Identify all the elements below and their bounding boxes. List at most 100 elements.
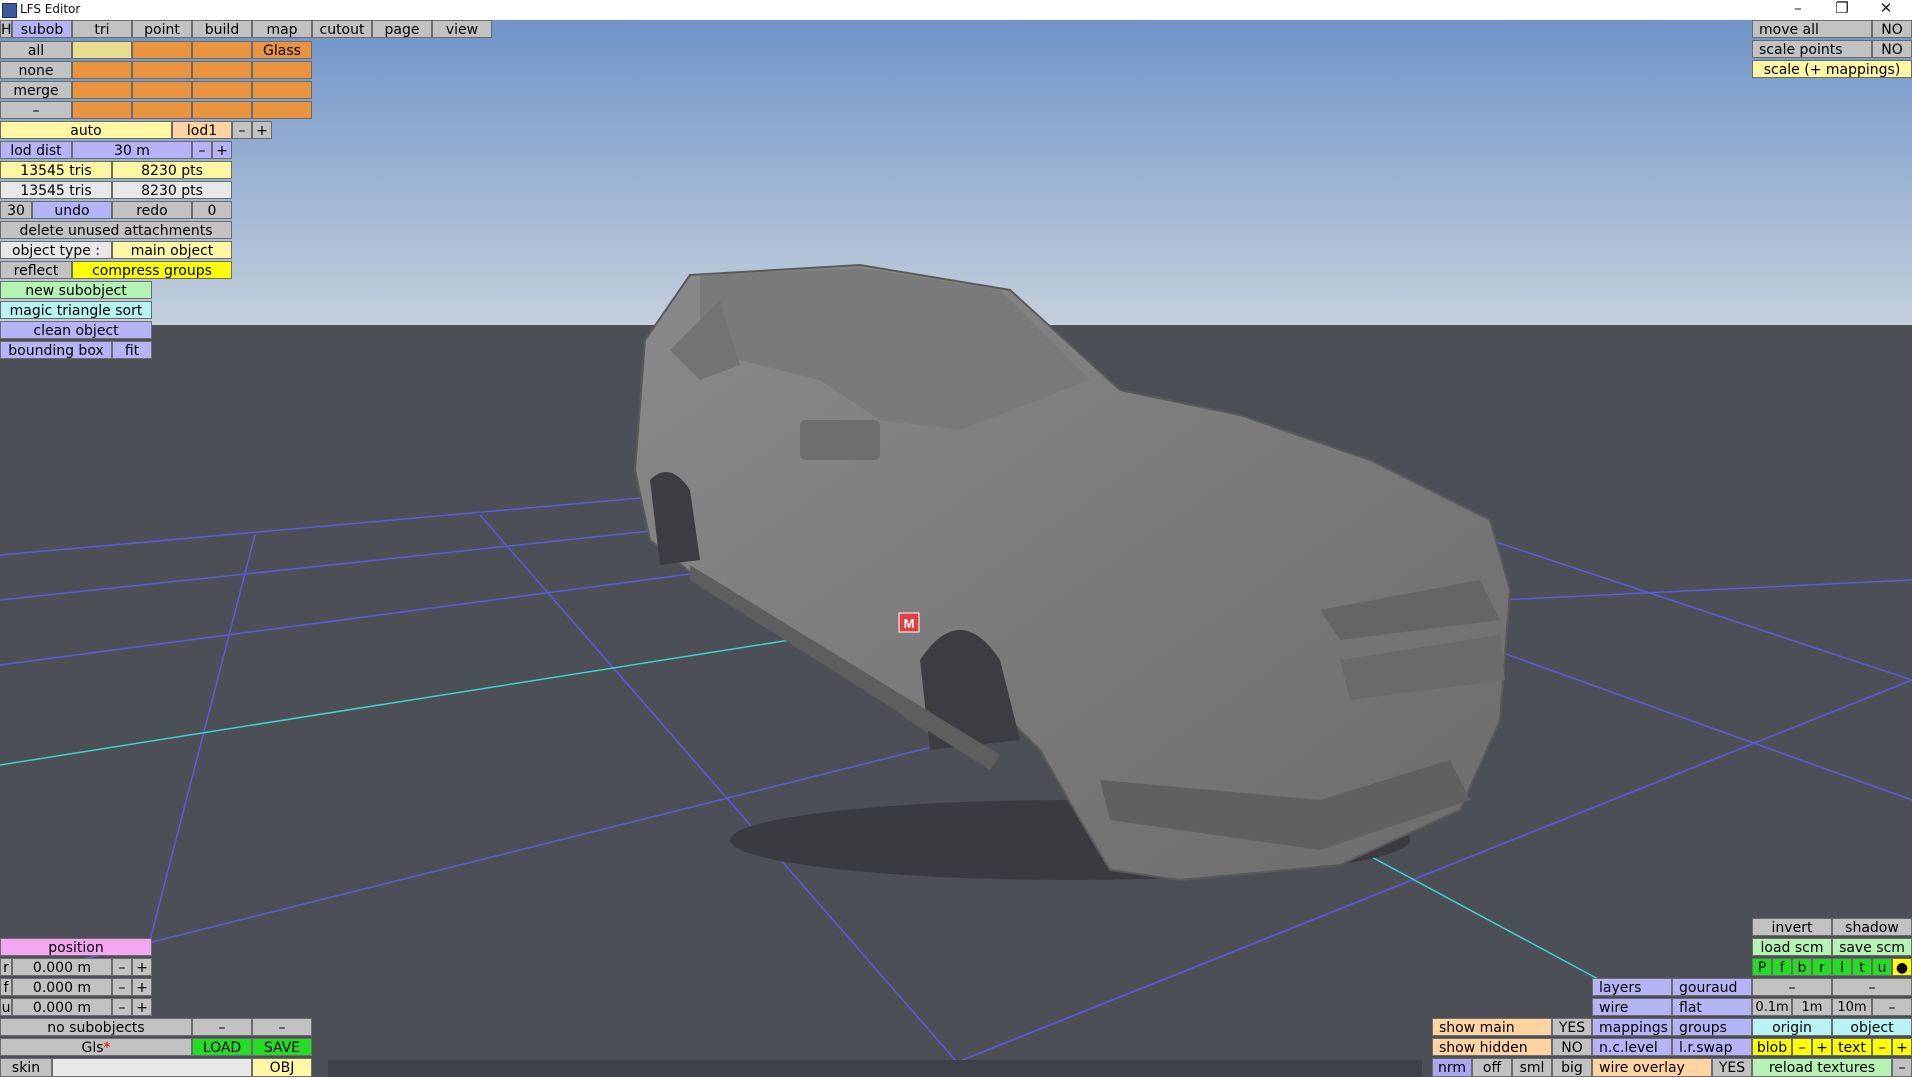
filename-field[interactable]: Gls* <box>0 1038 192 1056</box>
lod-minus-button[interactable]: – <box>232 121 252 139</box>
position-u-plus[interactable]: + <box>132 998 152 1016</box>
view-u-button[interactable]: u <box>1872 958 1892 976</box>
horizontal-scrollbar[interactable] <box>328 1060 1422 1077</box>
object-type-value[interactable]: main object <box>112 241 232 259</box>
tab-point[interactable]: point <box>132 20 192 38</box>
merge-button[interactable]: merge <box>0 81 72 99</box>
view-t-button[interactable]: t <box>1852 958 1872 976</box>
restore-button[interactable]: ❐ <box>1822 0 1862 18</box>
scale-points-button[interactable]: scale points <box>1752 40 1872 58</box>
group-cell[interactable] <box>72 41 132 59</box>
view-f-button[interactable]: f <box>1772 958 1792 976</box>
scale-mappings-button[interactable]: scale (+ mappings) <box>1752 60 1912 78</box>
grid-1m-button[interactable]: 1m <box>1792 998 1832 1016</box>
grid-10m-button[interactable]: 10m <box>1832 998 1872 1016</box>
group-cell[interactable] <box>192 81 252 99</box>
scale-points-value[interactable]: NO <box>1872 40 1912 58</box>
blob-plus-button[interactable]: + <box>1812 1038 1832 1056</box>
wire-overlay-value[interactable]: YES <box>1712 1058 1752 1077</box>
glass-group-button[interactable]: Glass <box>252 41 312 59</box>
normals-button[interactable]: nrm <box>1432 1058 1472 1077</box>
reload-dash-button[interactable]: – <box>1892 1058 1912 1077</box>
new-subobject-button[interactable]: new subobject <box>0 281 152 299</box>
object-button[interactable]: object <box>1832 1018 1912 1036</box>
group-cell[interactable] <box>72 101 132 119</box>
grid-dash-button[interactable]: – <box>1872 998 1912 1016</box>
grid-minus-button-2[interactable]: – <box>1832 978 1912 996</box>
text-minus-button[interactable]: – <box>1872 1038 1892 1056</box>
view-l-button[interactable]: l <box>1832 958 1852 976</box>
group-cell[interactable] <box>72 61 132 79</box>
wire-overlay-button[interactable]: wire overlay <box>1592 1058 1712 1077</box>
group-cell[interactable] <box>132 61 192 79</box>
blob-minus-button[interactable]: – <box>1792 1038 1812 1056</box>
group-cell[interactable] <box>252 81 312 99</box>
origin-button[interactable]: origin <box>1752 1018 1832 1036</box>
normals-small-button[interactable]: sml <box>1512 1058 1552 1077</box>
text-button[interactable]: text <box>1832 1038 1872 1056</box>
bounding-box-button[interactable]: bounding box <box>0 341 112 359</box>
undo-button[interactable]: undo <box>32 201 112 219</box>
move-all-button[interactable]: move all <box>1752 20 1872 38</box>
subobject-next-button[interactable]: – <box>252 1018 312 1036</box>
position-header[interactable]: position <box>0 938 152 956</box>
view-r-button[interactable]: r <box>1812 958 1832 976</box>
tab-cutout[interactable]: cutout <box>312 20 372 38</box>
position-r-value[interactable]: 0.000 m <box>12 958 112 976</box>
grid-minus-button[interactable]: – <box>1752 978 1832 996</box>
group-cell[interactable] <box>72 81 132 99</box>
normals-big-button[interactable]: big <box>1552 1058 1592 1077</box>
show-main-value[interactable]: YES <box>1552 1018 1592 1036</box>
group-cell[interactable] <box>132 101 192 119</box>
flat-button[interactable]: flat <box>1672 998 1752 1016</box>
view-p-button[interactable]: P <box>1752 958 1772 976</box>
menu-h[interactable]: H <box>0 20 12 38</box>
load-button[interactable]: LOAD <box>192 1038 252 1056</box>
dash-button[interactable]: – <box>0 101 72 119</box>
blob-button[interactable]: blob <box>1752 1038 1792 1056</box>
lod-dist-value[interactable]: 30 m <box>72 141 192 159</box>
select-none-button[interactable]: none <box>0 61 72 79</box>
invert-button[interactable]: invert <box>1752 918 1832 936</box>
lr-swap-button[interactable]: l.r.swap <box>1672 1038 1752 1056</box>
magic-triangle-sort-button[interactable]: magic triangle sort <box>0 301 152 319</box>
nc-level-button[interactable]: n.c.level <box>1592 1038 1672 1056</box>
gouraud-button[interactable]: gouraud <box>1672 978 1752 996</box>
group-cell[interactable] <box>132 81 192 99</box>
tab-subob[interactable]: subob <box>12 20 72 38</box>
layers-button[interactable]: layers <box>1592 978 1672 996</box>
mappings-button[interactable]: mappings <box>1592 1018 1672 1036</box>
close-button[interactable]: ✕ <box>1866 0 1906 18</box>
skin-field[interactable] <box>52 1058 252 1077</box>
group-cell[interactable] <box>192 61 252 79</box>
position-f-plus[interactable]: + <box>132 978 152 996</box>
skin-button[interactable]: skin <box>0 1058 52 1077</box>
load-scm-button[interactable]: load scm <box>1752 938 1832 956</box>
lod-dist-minus[interactable]: – <box>192 141 212 159</box>
view-dot-button[interactable]: ● <box>1892 958 1912 976</box>
subobject-prev-button[interactable]: – <box>192 1018 252 1036</box>
reload-textures-button[interactable]: reload textures <box>1752 1058 1892 1077</box>
tab-page[interactable]: page <box>372 20 432 38</box>
delete-unused-attachments-button[interactable]: delete unused attachments <box>0 221 232 239</box>
3d-viewport[interactable]: M <box>0 20 1912 1077</box>
obj-export-button[interactable]: OBJ <box>252 1058 312 1077</box>
select-all-button[interactable]: all <box>0 41 72 59</box>
redo-button[interactable]: redo <box>112 201 192 219</box>
position-r-plus[interactable]: + <box>132 958 152 976</box>
group-cell[interactable] <box>132 41 192 59</box>
shadow-button[interactable]: shadow <box>1832 918 1912 936</box>
position-f-value[interactable]: 0.000 m <box>12 978 112 996</box>
tab-tri[interactable]: tri <box>72 20 132 38</box>
save-button[interactable]: SAVE <box>252 1038 312 1056</box>
lod-plus-button[interactable]: + <box>252 121 272 139</box>
group-cell[interactable] <box>192 101 252 119</box>
show-main-button[interactable]: show main <box>1432 1018 1552 1036</box>
reflect-button[interactable]: reflect <box>0 261 72 279</box>
minimize-button[interactable]: – <box>1778 0 1818 18</box>
position-u-minus[interactable]: – <box>112 998 132 1016</box>
normals-off-button[interactable]: off <box>1472 1058 1512 1077</box>
compress-groups-button[interactable]: compress groups <box>72 261 232 279</box>
groups-button[interactable]: groups <box>1672 1018 1752 1036</box>
save-scm-button[interactable]: save scm <box>1832 938 1912 956</box>
